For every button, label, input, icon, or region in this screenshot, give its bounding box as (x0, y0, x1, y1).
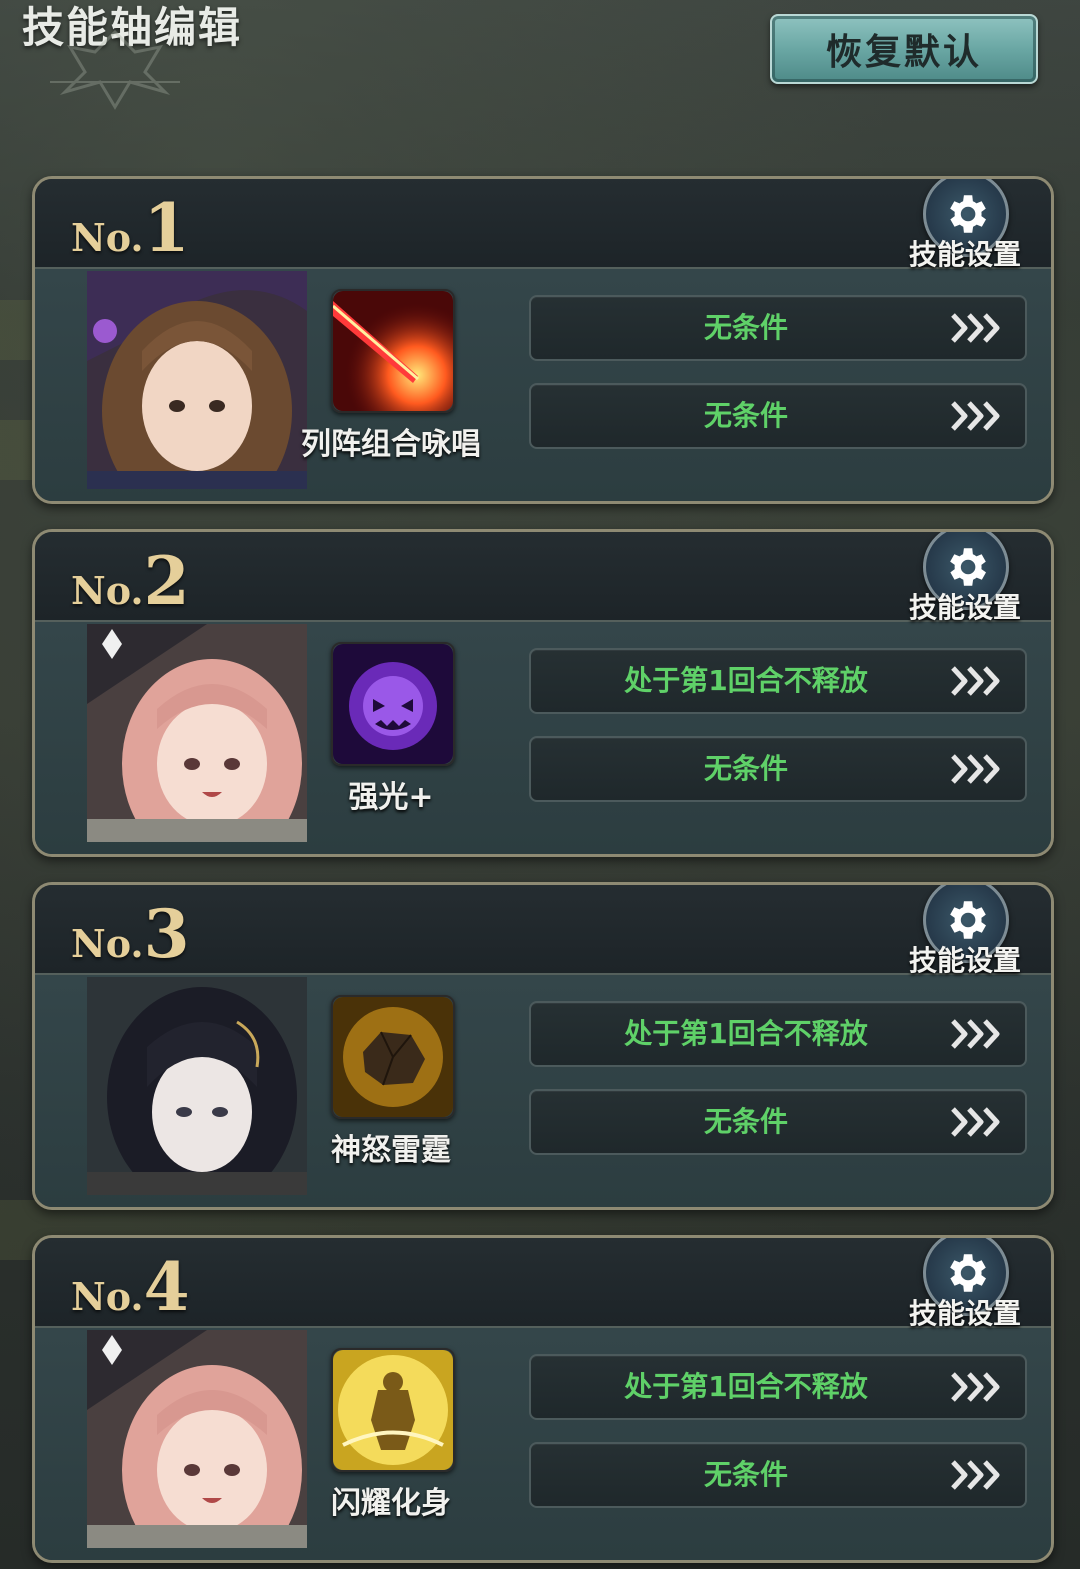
condition-text: 处于第1回合不释放 (624, 664, 868, 697)
skill-settings-label: 技能设置 (908, 944, 1021, 977)
condition-text: 处于第1回合不释放 (624, 1370, 868, 1403)
skill-slot-card: No.1 技能设置 列阵组合咏唱 无条件 无条件 (32, 176, 1054, 504)
gear-icon (950, 195, 986, 233)
gear-icon (950, 1254, 986, 1292)
condition-button[interactable]: 无条件 (529, 295, 1027, 361)
condition-text: 无条件 (703, 1105, 788, 1138)
golden-warrior-skill-icon[interactable] (331, 1348, 455, 1472)
condition-text: 无条件 (703, 399, 788, 432)
slot-number-label: No.1 (71, 189, 190, 267)
skill-slot-card: No.3 技能设置 神怒雷霆 处于第1回合不释放 无条件 (32, 882, 1054, 1210)
condition-button[interactable]: 处于第1回合不释放 (529, 648, 1027, 714)
condition-text: 无条件 (703, 1458, 788, 1491)
black-hair-girl-portrait[interactable] (87, 977, 307, 1195)
condition-text: 处于第1回合不释放 (624, 1017, 868, 1050)
skill-settings-label: 技能设置 (908, 238, 1021, 271)
condition-button[interactable]: 无条件 (529, 736, 1027, 802)
condition-button[interactable]: 无条件 (529, 383, 1027, 449)
pink-hair-witch-portrait[interactable] (87, 1330, 307, 1548)
skill-name: 闪耀化身 (331, 1486, 451, 1521)
triple-chevron-icon (951, 666, 1000, 696)
skill-slot-card: No.2 技能设置 强光+ 处于第1回合不释放 无条件 (32, 529, 1054, 857)
skill-settings-label: 技能设置 (908, 591, 1021, 624)
skill-name: 强光+ (348, 780, 434, 815)
brown-hair-witch-portrait[interactable] (87, 271, 307, 489)
red-beam-skill-icon[interactable] (331, 289, 455, 413)
triple-chevron-icon (951, 1107, 1000, 1137)
triple-chevron-icon (951, 401, 1000, 431)
dragon-emblem-icon (50, 29, 180, 110)
slot-number-label: No.3 (71, 895, 190, 973)
gear-icon (950, 901, 986, 939)
gear-icon (950, 548, 986, 586)
condition-text: 无条件 (703, 752, 788, 785)
condition-button[interactable]: 无条件 (529, 1089, 1027, 1155)
golden-rock-skill-icon[interactable] (331, 995, 455, 1119)
triple-chevron-icon (951, 313, 1000, 343)
condition-button[interactable]: 处于第1回合不释放 (529, 1354, 1027, 1420)
condition-button[interactable]: 处于第1回合不释放 (529, 1001, 1027, 1067)
purple-skull-skill-icon[interactable] (331, 642, 455, 766)
skill-name: 列阵组合咏唱 (301, 427, 481, 462)
condition-button[interactable]: 无条件 (529, 1442, 1027, 1508)
skill-settings-label: 技能设置 (908, 1297, 1021, 1330)
triple-chevron-icon (951, 1460, 1000, 1490)
triple-chevron-icon (951, 1372, 1000, 1402)
triple-chevron-icon (951, 754, 1000, 784)
slot-number-label: No.4 (71, 1248, 190, 1326)
triple-chevron-icon (951, 1019, 1000, 1049)
reset-default-button[interactable]: 恢复默认 (770, 14, 1038, 84)
skill-slot-card: No.4 技能设置 闪耀化身 处于第1回合不释放 无条件 (32, 1235, 1054, 1563)
pink-hair-witch-portrait[interactable] (87, 624, 307, 842)
slot-number-label: No.2 (71, 542, 190, 620)
skill-name: 神怒雷霆 (331, 1133, 451, 1168)
condition-text: 无条件 (703, 311, 788, 344)
